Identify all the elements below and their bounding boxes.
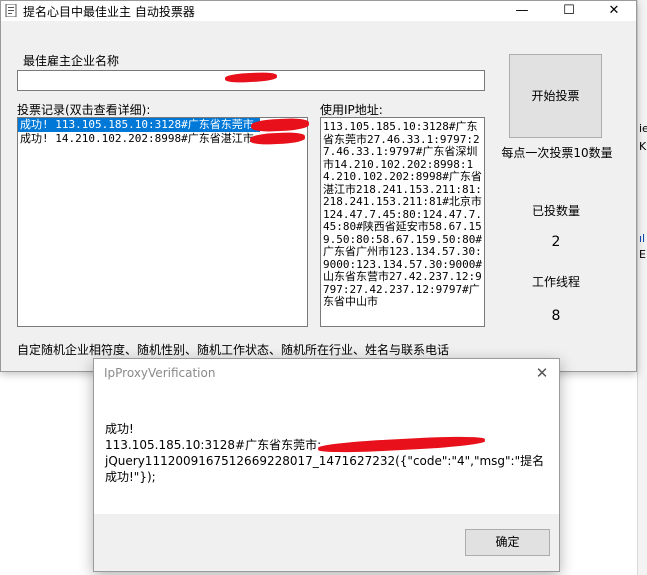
- ip-proxy-dialog: IpProxyVerification ✕ 成功! 113.105.185.10…: [93, 358, 560, 572]
- window-title: 提名心目中最佳业主 自动投票器: [23, 5, 195, 19]
- main-window: 提名心目中最佳业主 自动投票器 — ☐ ✕ 最佳雇主企业名称 投票记录(双击查看…: [0, 0, 637, 372]
- dialog-close-icon[interactable]: ✕: [525, 359, 559, 387]
- threads-value: 8: [551, 308, 561, 324]
- minimize-button[interactable]: —: [499, 1, 545, 21]
- maximize-button[interactable]: ☐: [546, 1, 592, 21]
- close-button[interactable]: ✕: [591, 1, 637, 21]
- threads-label: 工作线程: [531, 275, 580, 289]
- company-name-label: 最佳雇主企业名称: [23, 54, 120, 68]
- dialog-message: 成功! 113.105.185.10:3128#广东省东莞市: jQuery11…: [105, 421, 545, 485]
- ip-address-label: 使用IP地址:: [320, 103, 383, 117]
- records-label: 投票记录(双击查看详细):: [17, 103, 151, 117]
- background-window: [637, 0, 647, 575]
- redaction-mark: [224, 71, 278, 84]
- background-text-1: ie(: [639, 122, 647, 135]
- dialog-line-response: jQuery111200916751266922801​7_1471627232…: [105, 454, 545, 484]
- vote-records-list[interactable]: 成功! 113.105.185.10:3128#广东省东莞市 成功! 14.21…: [17, 117, 310, 327]
- background-text-3: ıl: [639, 232, 646, 245]
- ip-address-list[interactable]: 113.105.185.10:3128#广东省东莞市27.46.33.1:979…: [320, 117, 485, 327]
- ok-button[interactable]: 确定: [465, 529, 550, 556]
- voted-count-value: 2: [551, 234, 561, 250]
- company-name-input[interactable]: [17, 70, 485, 91]
- title-bar[interactable]: 提名心目中最佳业主 自动投票器 — ☐ ✕: [1, 1, 636, 21]
- dialog-line-status: 成功!: [105, 422, 134, 436]
- list-item[interactable]: 成功! 113.105.185.10:3128#广东省东莞市: [18, 118, 260, 132]
- background-text-4: E: [639, 248, 646, 261]
- start-vote-button[interactable]: 开始投票: [509, 54, 602, 138]
- dialog-footer: 确定: [94, 514, 559, 571]
- background-text-2: K: [639, 140, 647, 153]
- dialog-title: IpProxyVerification: [104, 366, 216, 380]
- votes-per-click-label: 每点一次投票10数量: [501, 146, 613, 160]
- randomization-note: 自定随机企业相符度、随机性别、随机工作状态、随机所在行业、姓名与联系电话: [17, 343, 450, 357]
- app-icon: [5, 4, 17, 17]
- voted-count-label: 已投数量: [531, 204, 580, 218]
